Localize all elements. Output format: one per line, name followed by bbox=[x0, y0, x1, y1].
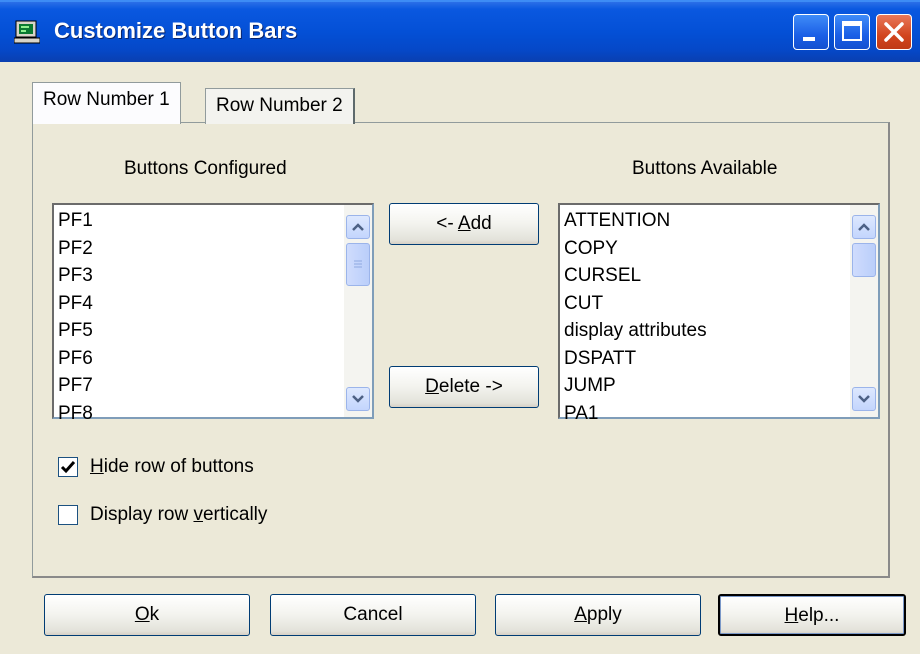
list-item[interactable]: CURSEL bbox=[564, 262, 848, 290]
scroll-up-button[interactable] bbox=[346, 215, 370, 239]
checkmark-icon bbox=[60, 461, 76, 474]
hide-row-checkbox[interactable] bbox=[58, 457, 78, 477]
list-item[interactable]: PF2 bbox=[58, 235, 342, 263]
add-mnemonic: A bbox=[457, 213, 471, 234]
minimize-icon bbox=[803, 37, 815, 41]
hide-row-label[interactable]: Hide row of buttons bbox=[90, 456, 254, 478]
hide-row-mnemonic: H bbox=[90, 456, 104, 477]
list-item[interactable]: PF6 bbox=[58, 345, 342, 373]
vertical-scrollbar[interactable] bbox=[850, 205, 878, 417]
display-vertical-label[interactable]: Display row vertically bbox=[90, 504, 267, 526]
help-button[interactable]: Help... bbox=[718, 594, 906, 636]
tab-row-number-2[interactable]: Row Number 2 bbox=[205, 88, 355, 124]
chevron-up-icon bbox=[858, 223, 870, 231]
maximize-button[interactable] bbox=[834, 14, 870, 50]
display-vertical-rest: ertically bbox=[202, 504, 268, 525]
list-item[interactable]: PF4 bbox=[58, 290, 342, 318]
list-item[interactable]: PF7 bbox=[58, 372, 342, 400]
scroll-up-button[interactable] bbox=[852, 215, 876, 239]
list-item[interactable]: PF5 bbox=[58, 317, 342, 345]
minimize-button[interactable] bbox=[793, 14, 829, 50]
add-button[interactable]: <- Add bbox=[389, 203, 539, 245]
chevron-down-icon bbox=[352, 395, 364, 403]
list-item[interactable]: DSPATT bbox=[564, 345, 848, 373]
chevron-down-icon bbox=[858, 395, 870, 403]
list-item[interactable]: display attributes bbox=[564, 317, 848, 345]
apply-mnemonic: A bbox=[574, 604, 587, 625]
list-item[interactable]: PA1 bbox=[564, 400, 848, 428]
list-item[interactable]: PF8 bbox=[58, 400, 342, 428]
maximize-icon bbox=[842, 21, 862, 41]
display-vertical-mnemonic: v bbox=[193, 504, 203, 525]
scroll-thumb[interactable] bbox=[852, 243, 876, 277]
grip-icon bbox=[354, 260, 362, 268]
add-rest: dd bbox=[470, 213, 492, 234]
delete-button[interactable]: Delete -> bbox=[389, 366, 539, 408]
customize-button-bars-window: Customize Button Bars Row Number 1 Row N… bbox=[0, 0, 920, 654]
close-icon bbox=[884, 22, 904, 42]
close-button[interactable] bbox=[876, 14, 912, 50]
ok-button[interactable]: Ok bbox=[44, 594, 250, 636]
scroll-down-button[interactable] bbox=[852, 387, 876, 411]
help-mnemonic: H bbox=[784, 605, 799, 626]
tab-row-number-1[interactable]: Row Number 1 bbox=[32, 82, 181, 124]
terminal-icon bbox=[14, 20, 40, 44]
list-item[interactable]: PF1 bbox=[58, 207, 342, 235]
delete-rest: elete -> bbox=[438, 376, 503, 397]
cancel-button[interactable]: Cancel bbox=[270, 594, 476, 636]
apply-rest: pply bbox=[586, 604, 622, 625]
add-prefix: <- bbox=[436, 213, 458, 234]
hide-row-rest: ide row of buttons bbox=[103, 456, 254, 477]
ok-rest: k bbox=[149, 604, 160, 625]
title-bar[interactable]: Customize Button Bars bbox=[0, 0, 920, 62]
help-rest: elp... bbox=[798, 605, 840, 626]
vertical-scrollbar[interactable] bbox=[344, 205, 372, 417]
ok-mnemonic: O bbox=[134, 604, 150, 625]
buttons-configured-heading: Buttons Configured bbox=[124, 158, 287, 179]
display-vertical-checkbox[interactable] bbox=[58, 505, 78, 525]
list-item[interactable]: PF3 bbox=[58, 262, 342, 290]
buttons-configured-list[interactable]: PF1 PF2 PF3 PF4 PF5 PF6 PF7 PF8 bbox=[52, 203, 374, 424]
window-title: Customize Button Bars bbox=[54, 18, 298, 43]
apply-button[interactable]: Apply bbox=[495, 594, 701, 636]
list-item[interactable]: COPY bbox=[564, 235, 848, 263]
list-item[interactable]: CUT bbox=[564, 290, 848, 318]
buttons-available-heading: Buttons Available bbox=[632, 158, 778, 179]
buttons-available-list[interactable]: ATTENTION COPY CURSEL CUT display attrib… bbox=[558, 203, 880, 424]
cancel-label: Cancel bbox=[343, 604, 403, 625]
display-vertical-prefix: Display row bbox=[90, 504, 194, 525]
scroll-down-button[interactable] bbox=[346, 387, 370, 411]
list-item[interactable]: ATTENTION bbox=[564, 207, 848, 235]
list-item[interactable]: JUMP bbox=[564, 372, 848, 400]
scroll-thumb[interactable] bbox=[346, 243, 370, 286]
delete-mnemonic: D bbox=[425, 376, 439, 397]
chevron-up-icon bbox=[352, 223, 364, 231]
